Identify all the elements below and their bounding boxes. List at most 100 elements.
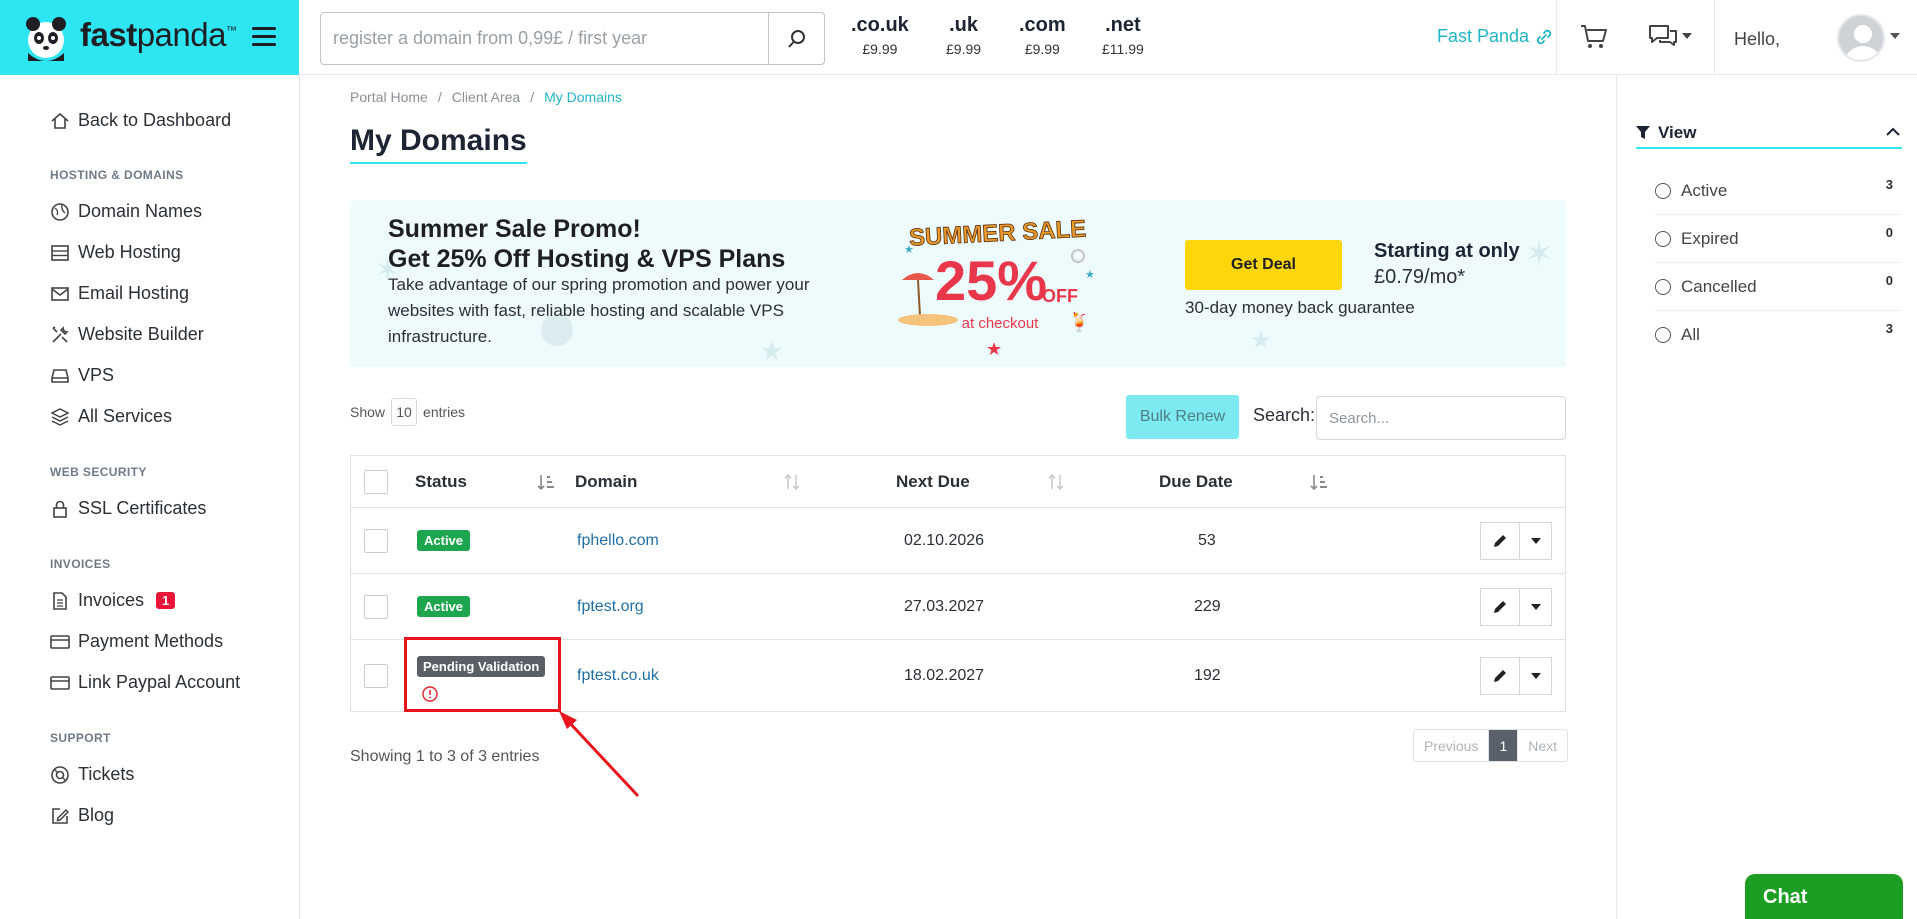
filter-radio[interactable]: [1655, 278, 1671, 295]
sort-icon[interactable]: [783, 473, 801, 491]
domain-search-bar: [320, 12, 825, 65]
filter-radio[interactable]: [1655, 182, 1671, 199]
sort-icon[interactable]: [1310, 473, 1328, 491]
brand-wordmark[interactable]: fastpanda™: [80, 16, 237, 54]
pagination-next[interactable]: Next: [1517, 730, 1567, 761]
filter-icon: [1636, 126, 1650, 139]
tld-price-couk[interactable]: .co.uk £9.99: [851, 14, 909, 57]
due-date-value: 192: [1194, 666, 1221, 684]
filter-cancelled[interactable]: Cancelled 0: [1655, 263, 1901, 311]
actions-dropdown-button[interactable]: [1520, 521, 1552, 560]
filter-all[interactable]: All 3: [1655, 311, 1901, 359]
sidebar-item-web-hosting[interactable]: Web Hosting: [50, 242, 181, 263]
filter-radio[interactable]: [1655, 230, 1671, 247]
row-actions: [1480, 521, 1552, 560]
table-search-input[interactable]: [1316, 396, 1566, 440]
filter-label: Cancelled: [1681, 276, 1757, 296]
sidebar-item-back-to-dashboard[interactable]: Back to Dashboard: [50, 110, 231, 131]
select-all-checkbox[interactable]: [364, 469, 388, 494]
filter-count: 3: [1885, 321, 1893, 336]
view-panel-title: View: [1658, 123, 1697, 142]
column-header-next-due[interactable]: Next Due: [896, 472, 970, 492]
sidebar-item-tickets[interactable]: Tickets: [50, 764, 134, 785]
filter-label: Active: [1681, 180, 1728, 200]
domain-link[interactable]: fptest.org: [577, 598, 644, 616]
sidebar-item-invoices[interactable]: Invoices 1: [50, 590, 176, 611]
entries-per-page-select[interactable]: 10: [391, 398, 418, 426]
row-checkbox[interactable]: [364, 528, 388, 553]
view-panel-header[interactable]: View: [1636, 119, 1902, 149]
promo-title-line2: Get 25% Off Hosting & VPS Plans: [388, 245, 786, 273]
table-row[interactable]: Active fphello.com 02.10.2026 53: [351, 507, 1565, 573]
globe-icon: [50, 202, 70, 222]
entries-label: entries: [423, 404, 466, 420]
sort-icon[interactable]: [1047, 473, 1065, 491]
bulk-renew-button[interactable]: Bulk Renew: [1126, 395, 1239, 439]
domain-link[interactable]: fphello.com: [577, 532, 659, 550]
sidebar-item-domain-names[interactable]: Domain Names: [50, 201, 202, 222]
svg-text:★: ★: [1250, 327, 1272, 354]
filter-label: Expired: [1681, 228, 1739, 248]
sidebar-item-blog[interactable]: Blog: [50, 805, 114, 826]
edit-button[interactable]: [1480, 587, 1520, 626]
column-header-status[interactable]: Status: [415, 472, 467, 492]
row-checkbox[interactable]: [364, 594, 388, 619]
sidebar-item-label: Web Hosting: [78, 242, 181, 262]
chat-bubbles-icon[interactable]: [1648, 24, 1692, 48]
sidebar-item-link-paypal[interactable]: Link Paypal Account: [50, 672, 240, 693]
sidebar-item-email-hosting[interactable]: Email Hosting: [50, 283, 189, 304]
sidebar-item-payment-methods[interactable]: Payment Methods: [50, 631, 223, 652]
panda-logo-icon[interactable]: [22, 13, 70, 63]
row-checkbox[interactable]: [364, 663, 388, 688]
tld-price-uk[interactable]: .uk £9.99: [946, 14, 981, 57]
svg-text:✶: ✶: [1525, 235, 1554, 273]
tld-price-net[interactable]: .net £11.99: [1102, 14, 1144, 57]
sidebar: Back to Dashboard HOSTING & DOMAINS Doma…: [0, 75, 300, 919]
hamburger-icon[interactable]: [252, 27, 276, 47]
column-header-due-date[interactable]: Due Date: [1159, 472, 1233, 492]
chat-button[interactable]: Chat: [1745, 874, 1903, 919]
fast-panda-link[interactable]: Fast Panda: [1437, 26, 1553, 47]
search-button[interactable]: [768, 13, 824, 64]
pagination-previous[interactable]: Previous: [1414, 730, 1488, 761]
filter-count: 3: [1885, 177, 1893, 192]
edit-button[interactable]: [1480, 656, 1520, 695]
caret-down-icon[interactable]: [1890, 33, 1900, 39]
avatar-icon[interactable]: [1837, 14, 1885, 62]
get-deal-button[interactable]: Get Deal: [1185, 240, 1342, 290]
caret-down-icon: [1530, 537, 1541, 544]
filter-expired[interactable]: Expired 0: [1655, 215, 1901, 263]
edit-button[interactable]: [1480, 521, 1520, 560]
domain-link[interactable]: fptest.co.uk: [577, 667, 659, 685]
chevron-up-icon[interactable]: [1886, 127, 1900, 137]
hdd-icon: [50, 366, 70, 386]
sort-icon[interactable]: [537, 473, 555, 491]
sidebar-item-all-services[interactable]: All Services: [50, 406, 172, 427]
sidebar-item-label: All Services: [78, 406, 173, 426]
column-header-domain[interactable]: Domain: [575, 472, 637, 492]
brand-header: fastpanda™: [0, 0, 299, 75]
domain-search-input[interactable]: [321, 13, 768, 64]
actions-dropdown-button[interactable]: [1520, 587, 1552, 626]
filter-active[interactable]: Active 3: [1655, 167, 1901, 215]
svg-text:★: ★: [986, 339, 1002, 358]
breadcrumb-client-area[interactable]: Client Area: [452, 89, 520, 105]
actions-dropdown-button[interactable]: [1520, 656, 1552, 695]
filter-count: 0: [1885, 225, 1893, 240]
sidebar-item-website-builder[interactable]: Website Builder: [50, 324, 204, 345]
sidebar-item-vps[interactable]: VPS: [50, 365, 114, 386]
edit-icon: [50, 806, 70, 826]
table-header-row: Status Domain Next Due Due Date: [351, 456, 1565, 507]
pagination-page[interactable]: 1: [1488, 730, 1518, 761]
table-row[interactable]: Active fptest.org 27.03.2027 229: [351, 573, 1565, 639]
pencil-icon: [1494, 669, 1506, 682]
caret-down-icon: [1530, 672, 1541, 679]
filter-radio[interactable]: [1655, 327, 1671, 343]
tld-price-com[interactable]: .com £9.99: [1019, 14, 1066, 57]
breadcrumb-portal-home[interactable]: Portal Home: [350, 89, 428, 105]
breadcrumb-separator: /: [530, 89, 535, 105]
cart-icon[interactable]: [1580, 24, 1608, 55]
table-search-label: Search:: [1253, 405, 1316, 425]
starting-at-label: Starting at only: [1374, 240, 1520, 262]
sidebar-item-ssl-certificates[interactable]: SSL Certificates: [50, 498, 206, 519]
